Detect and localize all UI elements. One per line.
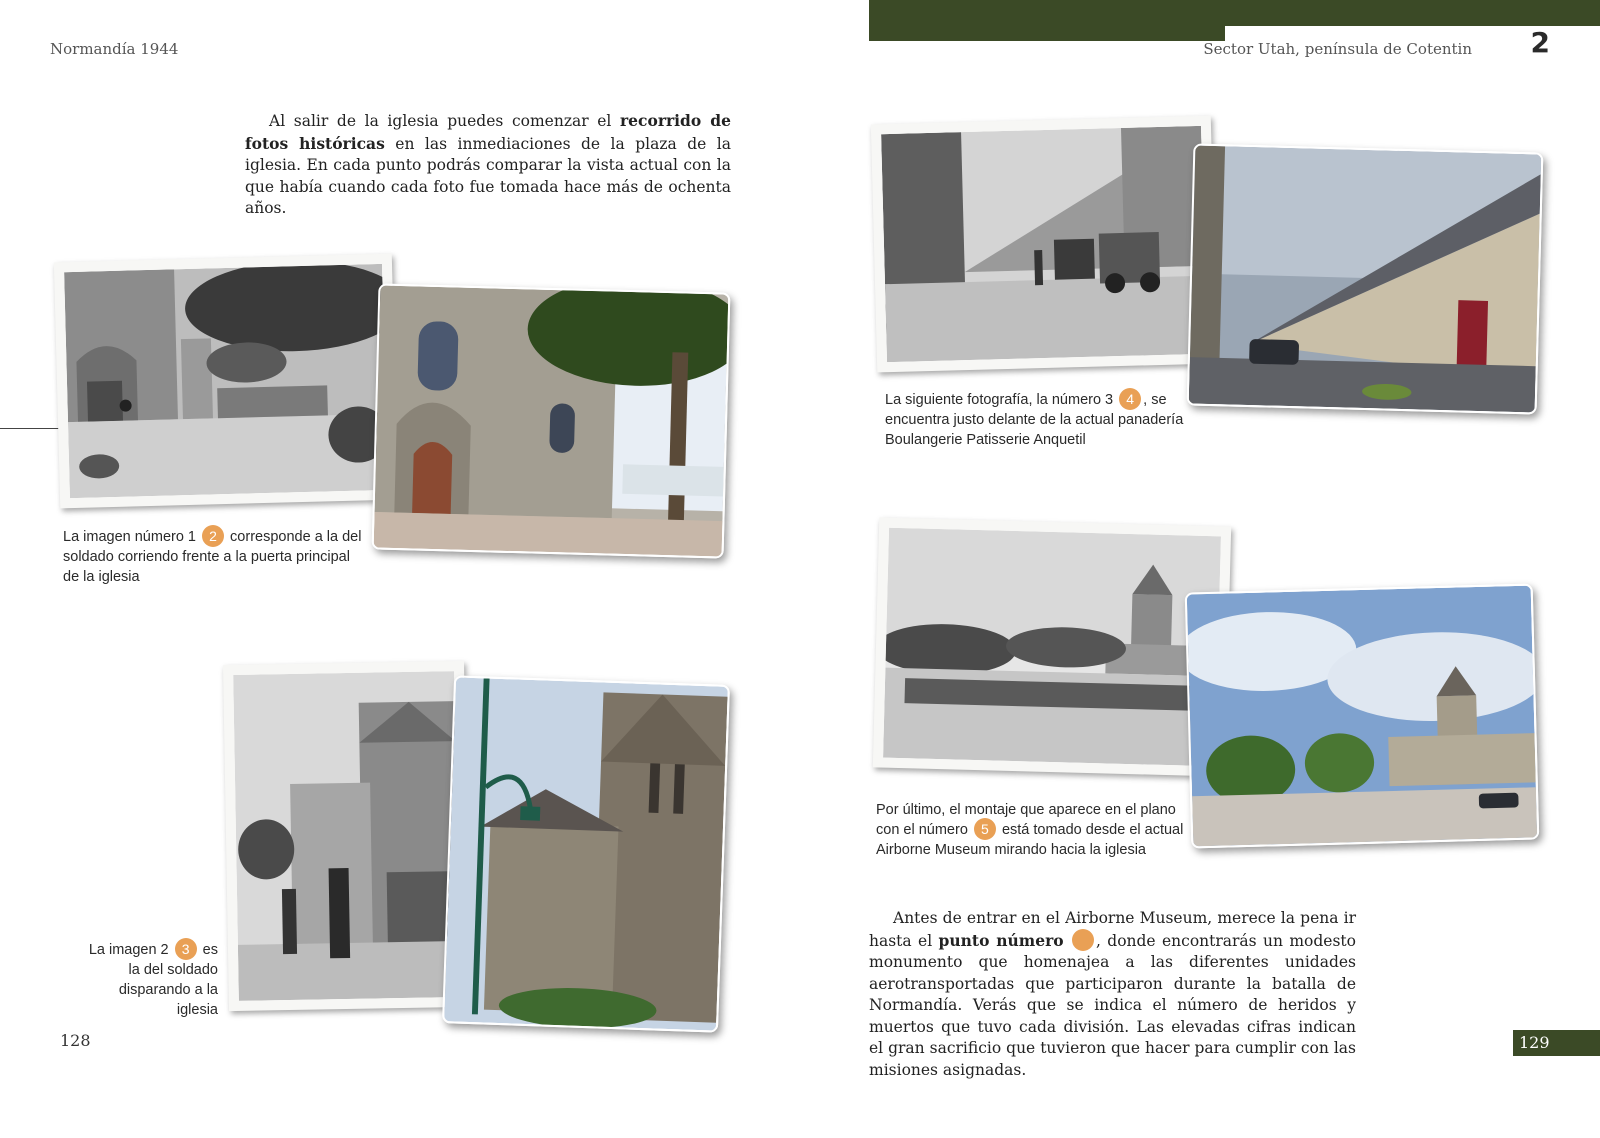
- point-badge: 2: [202, 524, 225, 547]
- caption-photo-3: La siguiente fotografía, la número 3 4, …: [885, 387, 1205, 450]
- chapter-number: 2: [1530, 26, 1550, 59]
- caption-photo-2: La imagen 2 3 es la del soldado disparan…: [80, 937, 218, 1020]
- historic-photo-square: [872, 517, 1232, 777]
- modern-photo-church-tower: [442, 675, 730, 1033]
- left-page: Normandía 1944 Al salir de la iglesia pu…: [0, 0, 800, 1138]
- page-number-right: 129: [1513, 1030, 1600, 1056]
- historic-photo-street: [870, 115, 1218, 373]
- point-badge: 3: [174, 937, 197, 960]
- closing-paragraph: Antes de entrar en el Airborne Museum, m…: [869, 909, 1356, 1079]
- modern-photo-church-door: [371, 283, 731, 559]
- margin-rule: [0, 428, 62, 429]
- modern-photo-square: [1184, 583, 1540, 849]
- point-badge: 5: [973, 817, 996, 840]
- caption-photo-4: Por último, el montaje que aparece en el…: [876, 802, 1184, 858]
- page-number-left: 128: [60, 1031, 91, 1050]
- historic-photo-church-tower: [222, 660, 471, 1012]
- point-badge: 6: [1071, 929, 1104, 951]
- intro-paragraph: Al salir de la iglesia puedes comenzar e…: [245, 111, 732, 217]
- right-running-head: Sector Utah, península de Cotentin: [1203, 40, 1472, 58]
- historic-photo-church-door: [53, 253, 399, 509]
- caption-photo-1: La imagen número 1 2 corresponde a la de…: [63, 524, 363, 587]
- modern-photo-street: [1186, 143, 1544, 415]
- left-running-head: Normandía 1944: [50, 40, 179, 58]
- point-badge: 4: [1119, 387, 1142, 410]
